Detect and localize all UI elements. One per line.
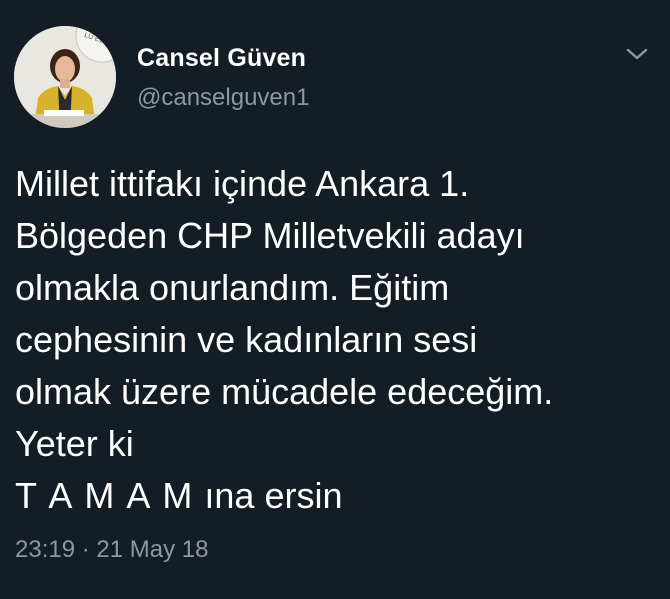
- tweet-spaced-word: T A M A M: [15, 475, 195, 516]
- tweet-card: LU EGİTİ Cansel Güven @canselguven1 Mill…: [0, 0, 670, 599]
- user-handle[interactable]: @canselguven1: [137, 84, 309, 112]
- tweet-line: olmak üzere mücadele edeceğim.: [15, 371, 554, 412]
- user-name[interactable]: Cansel Güven: [137, 44, 306, 73]
- tweet-text: Millet ittifakı içinde Ankara 1. Bölgede…: [15, 158, 660, 522]
- tweet-line-rest: ına ersin: [194, 475, 343, 516]
- tweet-line: cephesinin ve kadınların sesi: [15, 319, 478, 360]
- avatar-photo: LU EGİTİ: [14, 26, 116, 128]
- tweet-line: olmakla onurlandım. Eğitim: [15, 267, 450, 308]
- tweet-line: Yeter ki: [15, 423, 134, 464]
- avatar[interactable]: LU EGİTİ: [14, 26, 116, 128]
- tweet-line: Millet ittifakı içinde Ankara 1.: [15, 163, 470, 204]
- chevron-down-icon[interactable]: [624, 44, 650, 64]
- tweet-line: Bölgeden CHP Milletvekili adayı: [15, 215, 525, 256]
- tweet-line-last: T A M A M ına ersin: [15, 470, 660, 522]
- tweet-timestamp[interactable]: 23:19 · 21 May 18: [15, 536, 208, 564]
